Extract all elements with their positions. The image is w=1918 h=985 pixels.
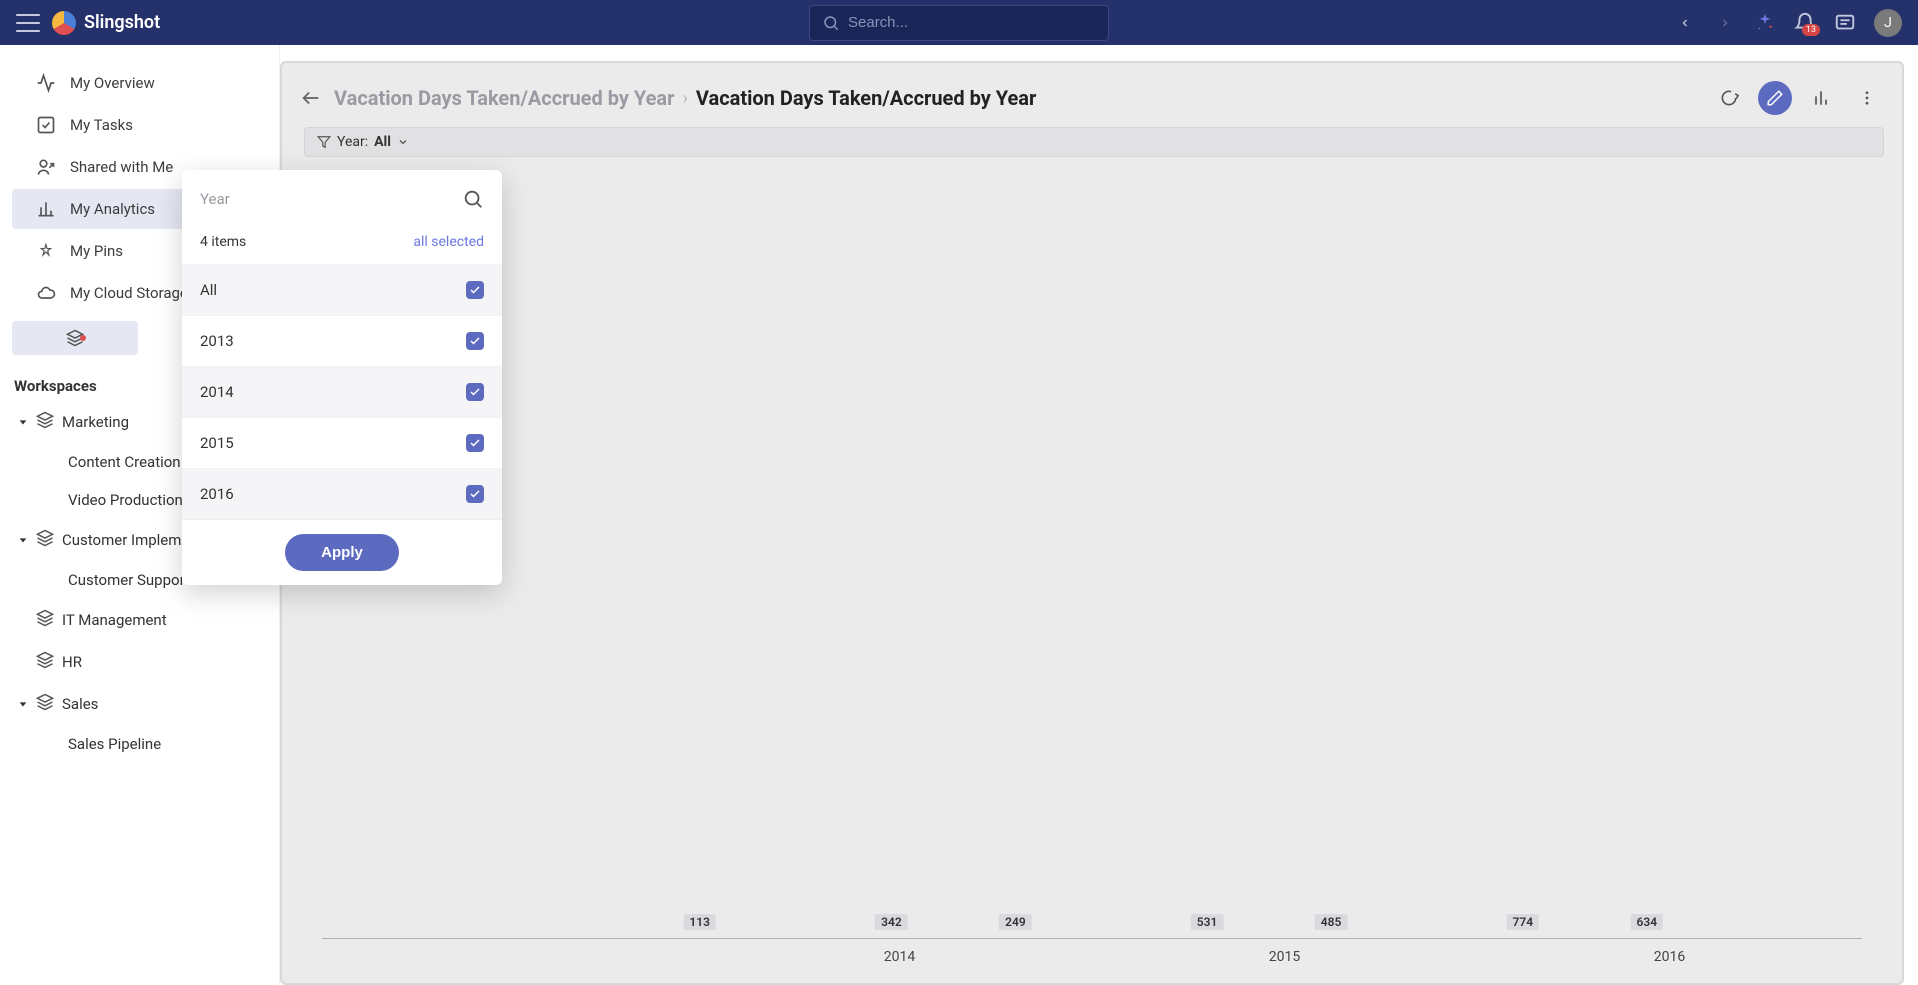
stack-icon — [36, 651, 54, 673]
bar-value-label: 634 — [1631, 914, 1664, 930]
stack-icon — [36, 411, 54, 433]
notifications-button[interactable]: 13 — [1794, 12, 1816, 34]
workspace-label: Marketing — [62, 413, 129, 431]
x-axis-tick: 2015 — [1092, 949, 1477, 965]
x-axis-tick: 2014 — [707, 949, 1092, 965]
chart-type-button[interactable] — [1804, 81, 1838, 115]
filter-option-label: 2016 — [200, 485, 234, 503]
chart: 113 342 249 531 485 774 634 201420152016 — [300, 157, 1884, 983]
workspace-item[interactable]: IT Management — [0, 599, 279, 641]
bar-chart-icon — [36, 199, 56, 219]
chevron-right-icon: › — [682, 88, 687, 109]
search-icon[interactable] — [462, 188, 484, 210]
nav-item-my-overview[interactable]: My Overview — [12, 63, 267, 103]
filter-option[interactable]: 2013 — [182, 315, 502, 366]
apply-button[interactable]: Apply — [285, 534, 399, 571]
checkbox-icon — [36, 115, 56, 135]
back-button[interactable] — [300, 87, 322, 109]
logo-icon — [52, 11, 76, 35]
chevron-down-icon — [397, 136, 409, 148]
breadcrumb-current: Vacation Days Taken/Accrued by Year — [696, 86, 1036, 110]
sparkle-icon[interactable] — [1754, 12, 1776, 34]
filter-option[interactable]: 2016 — [182, 468, 502, 519]
bar-value-label: 249 — [999, 914, 1032, 930]
filter-option[interactable]: All — [182, 264, 502, 315]
x-axis-tick: 2016 — [1477, 949, 1862, 965]
filter-option-label: All — [200, 281, 217, 299]
workspace-label: HR — [62, 653, 82, 671]
caret-down-icon — [18, 413, 28, 431]
search-input[interactable] — [848, 14, 1096, 31]
x-axis-tick — [322, 949, 707, 965]
bar-value-label: 342 — [875, 914, 908, 930]
popover-title: Year — [200, 190, 462, 208]
card-header: Vacation Days Taken/Accrued by Year › Va… — [300, 71, 1884, 119]
filter-option[interactable]: 2014 — [182, 366, 502, 417]
checkbox-checked-icon — [466, 485, 484, 503]
nav-back-button[interactable] — [1674, 12, 1696, 34]
breadcrumb-parent[interactable]: Vacation Days Taken/Accrued by Year — [334, 86, 674, 110]
workspace-switcher-button[interactable] — [12, 321, 138, 355]
workspace-child-label: Customer Support — [68, 571, 190, 589]
refresh-button[interactable] — [1712, 81, 1746, 115]
nav-item-label: My Pins — [70, 242, 123, 260]
workspace-label: Sales — [62, 695, 98, 713]
main-content: Vacation Days Taken/Accrued by Year › Va… — [280, 45, 1918, 985]
workspace-item[interactable]: HR — [0, 641, 279, 683]
popover-item-count: 4 items — [200, 234, 246, 250]
workspace-child-item[interactable]: Sales Pipeline — [0, 725, 279, 763]
nav-item-label: My Analytics — [70, 200, 155, 218]
workspace-item[interactable]: Sales — [0, 683, 279, 725]
bar-value-label: 485 — [1315, 914, 1348, 930]
stack-icon — [36, 609, 54, 631]
select-all-link[interactable]: all selected — [413, 234, 484, 250]
bar-value-label: 113 — [683, 914, 716, 930]
workspace-child-label: Video Production — [68, 491, 183, 509]
pin-icon — [36, 241, 56, 261]
app-logo[interactable]: Slingshot — [52, 11, 160, 35]
edit-button[interactable] — [1758, 81, 1792, 115]
caret-down-icon — [18, 695, 28, 713]
notification-badge: 13 — [1802, 24, 1820, 36]
nav-item-label: My Tasks — [70, 116, 133, 134]
person-share-icon — [36, 157, 56, 177]
caret-down-icon — [18, 531, 28, 549]
checkbox-checked-icon — [466, 383, 484, 401]
checkbox-checked-icon — [466, 332, 484, 350]
nav-item-label: My Cloud Storage — [70, 284, 188, 302]
visualization-card: Vacation Days Taken/Accrued by Year › Va… — [280, 61, 1904, 985]
filter-option[interactable]: 2015 — [182, 417, 502, 468]
menu-button[interactable] — [16, 14, 40, 32]
filter-option-label: 2013 — [200, 332, 234, 350]
stack-icon — [36, 693, 54, 715]
checkbox-checked-icon — [466, 281, 484, 299]
app-name: Slingshot — [84, 12, 160, 33]
bar-value-label: 531 — [1191, 914, 1224, 930]
checkbox-checked-icon — [466, 434, 484, 452]
nav-item-label: My Overview — [70, 74, 155, 92]
alert-dot-icon — [80, 335, 86, 341]
cloud-icon — [36, 283, 56, 303]
activity-icon — [36, 73, 56, 93]
nav-forward-button[interactable] — [1714, 12, 1736, 34]
chat-button[interactable] — [1834, 12, 1856, 34]
workspace-label: IT Management — [62, 611, 167, 629]
year-filter-chip[interactable]: Year: All — [304, 127, 1884, 157]
bar-value-label: 774 — [1507, 914, 1540, 930]
workspace-label: Customer Implemen — [62, 531, 198, 549]
filter-option-label: 2015 — [200, 434, 234, 452]
nav-item-my-tasks[interactable]: My Tasks — [12, 105, 267, 145]
search-icon — [822, 14, 840, 32]
workspace-child-label: Sales Pipeline — [68, 735, 161, 753]
topbar: Slingshot 13 J — [0, 0, 1918, 45]
filter-option-label: 2014 — [200, 383, 234, 401]
workspace-child-label: Content Creation a — [68, 453, 192, 471]
nav-item-label: Shared with Me — [70, 158, 173, 176]
more-button[interactable] — [1850, 81, 1884, 115]
stack-icon — [36, 529, 54, 551]
global-search[interactable] — [809, 5, 1109, 41]
filter-icon — [317, 135, 331, 149]
year-filter-popover: Year 4 items all selected All 2013 2014 201… — [182, 170, 502, 585]
avatar[interactable]: J — [1874, 9, 1902, 37]
